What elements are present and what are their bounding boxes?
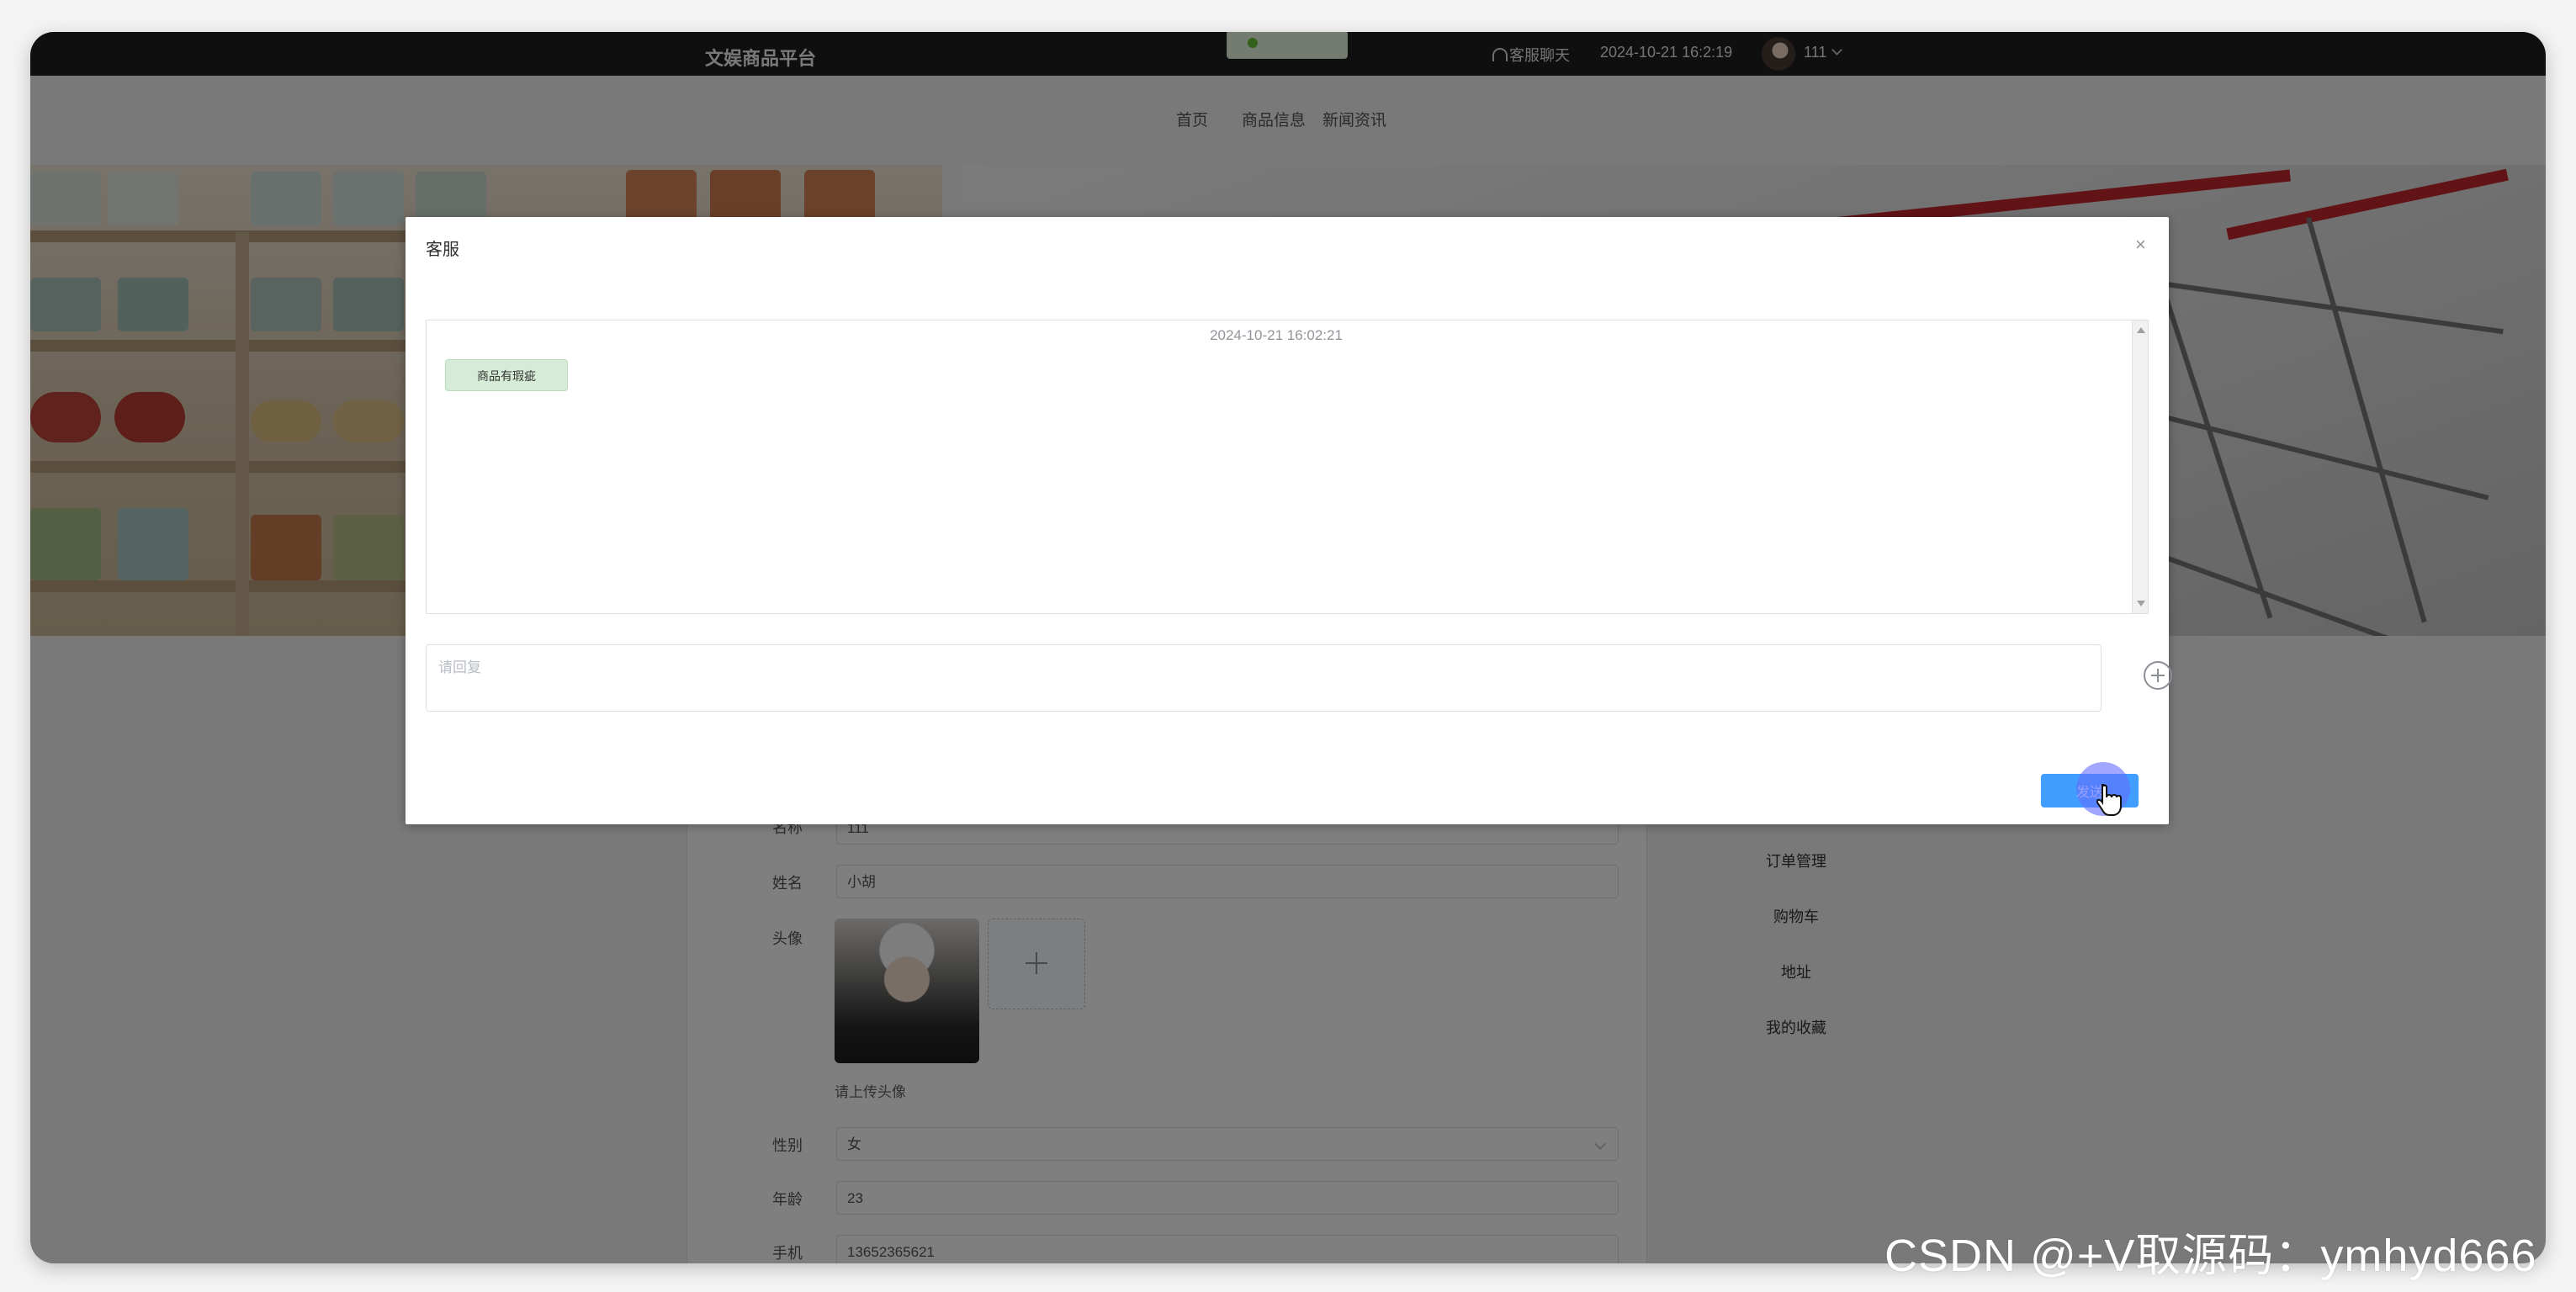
dialog-title: 客服: [426, 241, 459, 259]
hand-cursor-icon: [2096, 784, 2122, 816]
chat-scrollbar[interactable]: [2132, 320, 2148, 613]
chat-history[interactable]: 2024-10-21 16:02:21 商品有瑕疵: [426, 320, 2149, 614]
watermark: CSDN @+V取源码：ymhyd666: [1884, 1231, 2537, 1281]
reply-input[interactable]: [426, 644, 2102, 712]
close-icon[interactable]: ×: [2135, 234, 2146, 256]
browser-window: 文娱商品平台 客服聊天 2024-10-21 16:2:19 111 首页 商品…: [30, 32, 2546, 1263]
chat-message: 商品有瑕疵: [445, 359, 568, 391]
scroll-down-icon[interactable]: [2137, 601, 2145, 606]
scroll-up-icon[interactable]: [2137, 327, 2145, 333]
customer-service-dialog: 客服 × 2024-10-21 16:02:21 商品有瑕疵 发送: [405, 217, 2172, 824]
chat-timestamp: 2024-10-21 16:02:21: [1210, 327, 1343, 343]
add-attachment-button[interactable]: [2144, 661, 2172, 690]
